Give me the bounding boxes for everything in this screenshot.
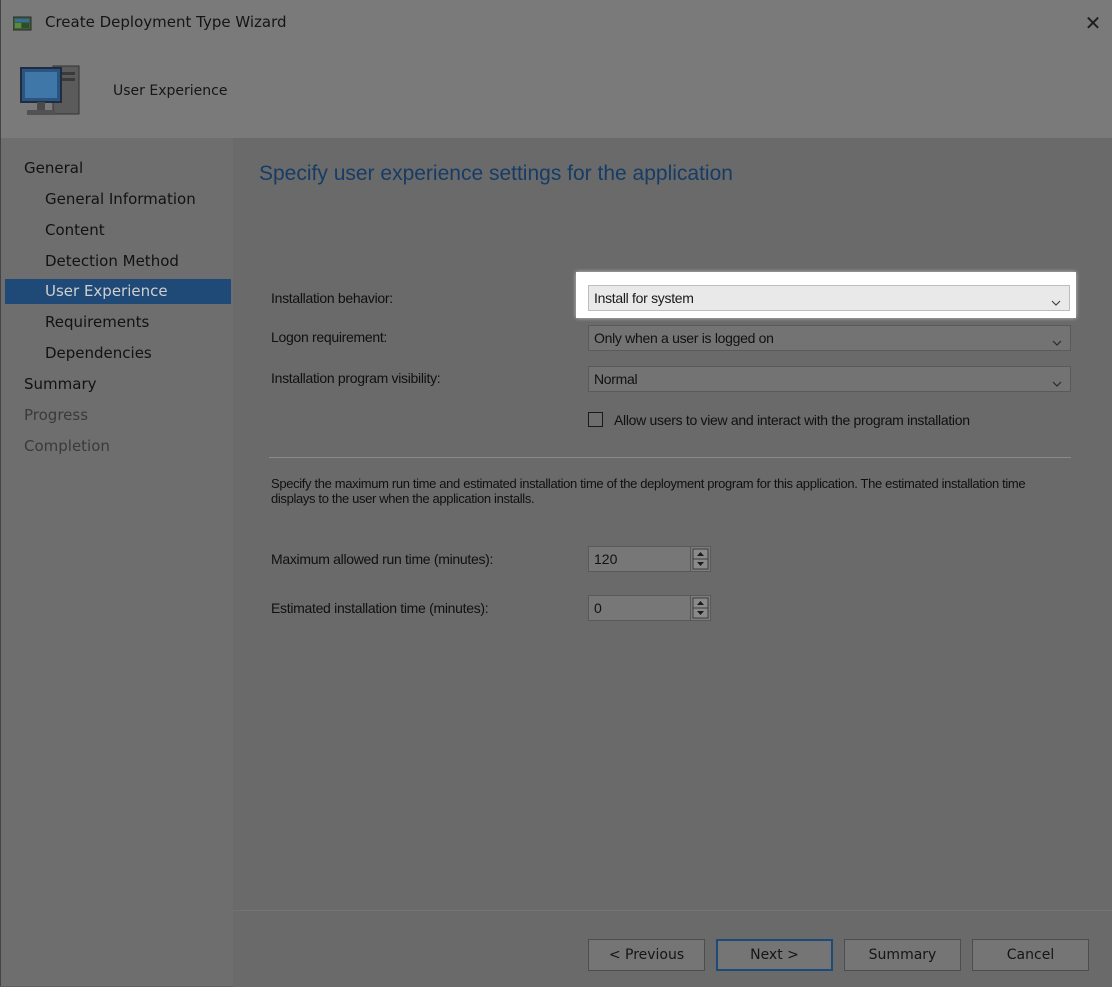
program-visibility-select[interactable]: Normal — [588, 366, 1071, 392]
window-title: Create Deployment Type Wizard — [45, 13, 287, 31]
installation-behavior-label: Installation behavior: — [271, 290, 393, 306]
nav-item-detection-method[interactable]: Detection Method — [5, 249, 231, 274]
main-panel: Specify user experience settings for the… — [233, 138, 1112, 910]
close-icon: ✕ — [1084, 12, 1102, 35]
logon-requirement-value: Only when a user is logged on — [594, 330, 774, 346]
previous-button[interactable]: < Previous — [588, 939, 705, 971]
computer-monitor-icon — [15, 56, 87, 128]
next-button[interactable]: Next > — [716, 939, 833, 971]
title-bar: Create Deployment Type Wizard ✕ — [1, 0, 1112, 48]
nav-item-general-information[interactable]: General Information — [5, 187, 231, 212]
allow-interact-label: Allow users to view and interact with th… — [614, 412, 970, 428]
program-visibility-label: Installation program visibility: — [271, 370, 441, 386]
cancel-button[interactable]: Cancel — [972, 939, 1089, 971]
nav-item-completion: Completion — [24, 437, 110, 455]
nav-item-general[interactable]: General — [5, 156, 231, 181]
est-install-time-spinbox[interactable]: 0 — [588, 595, 711, 621]
program-visibility-value: Normal — [594, 371, 638, 387]
installation-behavior-select[interactable]: Install for system — [588, 285, 1070, 311]
close-button[interactable]: ✕ — [1073, 6, 1112, 40]
nav-item-dependencies[interactable]: Dependencies — [5, 341, 231, 366]
spin-arrows-icon[interactable] — [690, 547, 710, 571]
nav-item-progress: Progress — [24, 406, 89, 424]
chevron-down-icon — [1051, 294, 1061, 306]
installation-behavior-value: Install for system — [594, 290, 694, 306]
nav-item-user-experience[interactable]: User Experience — [5, 279, 231, 304]
chevron-down-icon — [1052, 375, 1062, 387]
logon-requirement-label: Logon requirement: — [271, 329, 388, 345]
wizard-app-icon — [12, 15, 33, 31]
page-heading: Specify user experience settings for the… — [259, 162, 733, 185]
wizard-nav: General General Information Content Dete… — [1, 138, 233, 986]
spin-arrows-icon[interactable] — [690, 596, 710, 620]
max-run-time-label: Maximum allowed run time (minutes): — [271, 551, 494, 567]
header-title: User Experience — [113, 83, 228, 99]
max-run-time-spinbox[interactable]: 120 — [588, 546, 711, 572]
logon-requirement-select[interactable]: Only when a user is logged on — [588, 325, 1071, 351]
run-time-description: Specify the maximum run time and estimat… — [271, 476, 1026, 506]
chevron-down-icon — [1052, 334, 1062, 346]
wizard-window: Create Deployment Type Wizard ✕ User Exp… — [0, 0, 1112, 987]
nav-item-summary[interactable]: Summary — [5, 372, 231, 397]
nav-item-requirements[interactable]: Requirements — [5, 310, 231, 335]
est-install-time-value: 0 — [594, 600, 602, 616]
est-install-time-label: Estimated installation time (minutes): — [271, 600, 489, 616]
max-run-time-value: 120 — [594, 551, 618, 567]
button-bar: < Previous Next > Summary Cancel — [233, 910, 1112, 987]
nav-item-content[interactable]: Content — [5, 218, 231, 243]
wizard-header: User Experience — [1, 48, 1112, 139]
summary-button[interactable]: Summary — [844, 939, 961, 971]
allow-interact-checkbox[interactable] — [588, 412, 603, 427]
section-divider — [269, 457, 1071, 458]
